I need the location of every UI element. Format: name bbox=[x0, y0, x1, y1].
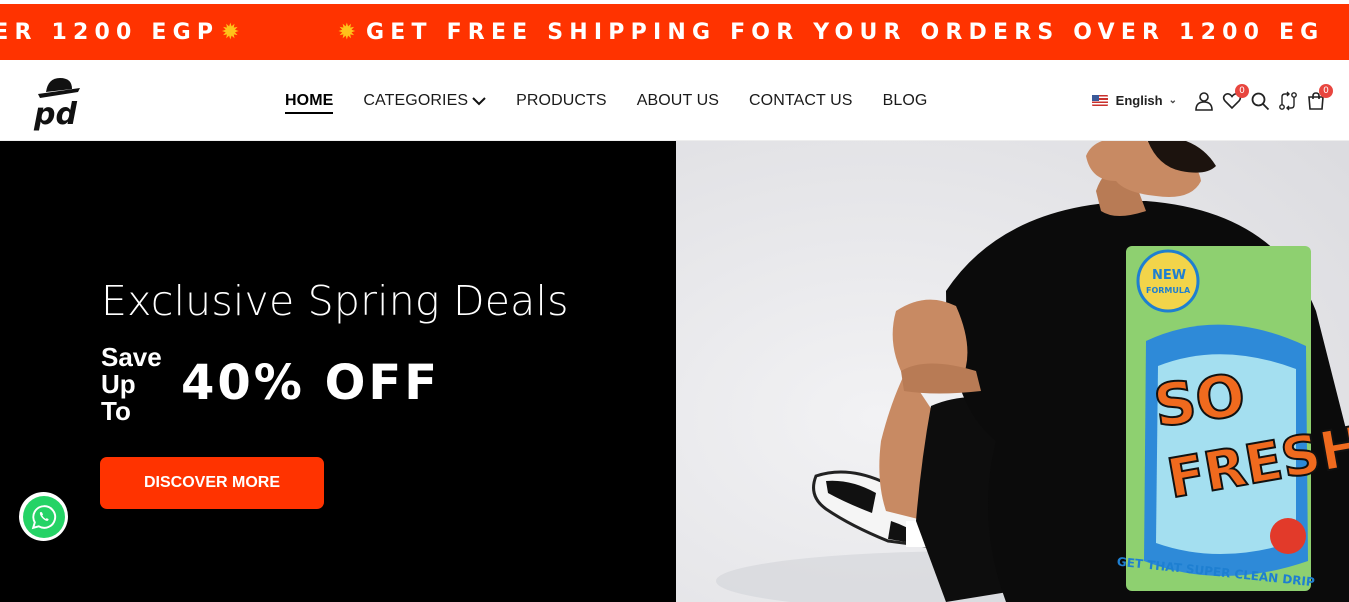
chevron-down-icon: ⌄ bbox=[1168, 95, 1177, 106]
hero-image[interactable]: NEW FORMULA SO FRESH GET THAT SUPER CLEA… bbox=[676, 141, 1349, 602]
hero-title: Exclusive Spring Deals bbox=[101, 277, 569, 325]
hero-banner: Exclusive Spring Deals Save Up To 40% OF… bbox=[0, 141, 1349, 602]
nav-label: BLOG bbox=[882, 91, 928, 109]
nav-label: ABOUT US bbox=[636, 91, 720, 109]
site-header: pd HOME CATEGORIES PRODUCTS ABOUT US CON… bbox=[0, 60, 1349, 141]
announcement-item: ✹ GET FREE SHIPPING FOR YOUR ORDERS OVER… bbox=[336, 20, 1325, 45]
announcement-text: GET FREE SHIPPING FOR YOUR ORDERS OVER 1… bbox=[366, 19, 1325, 45]
nav-label: HOME bbox=[285, 91, 334, 109]
save-line: Up bbox=[101, 369, 136, 399]
cart-button[interactable]: 0 bbox=[1305, 83, 1333, 112]
model-photo: NEW FORMULA SO FRESH GET THAT SUPER CLEA… bbox=[676, 141, 1349, 602]
nav-products[interactable]: PRODUCTS bbox=[516, 92, 607, 110]
announcement-text: VER 1200 EGP bbox=[0, 19, 220, 45]
nav-about-us[interactable]: ABOUT US bbox=[637, 92, 719, 110]
save-line: To bbox=[101, 396, 131, 426]
wishlist-button[interactable]: 0 bbox=[1221, 83, 1249, 112]
nav-label: CATEGORIES bbox=[363, 91, 469, 109]
shirt-text: SO bbox=[1150, 361, 1250, 441]
nav-contact-us[interactable]: CONTACT US bbox=[749, 92, 853, 110]
shirt-badge-text: NEW bbox=[1152, 268, 1186, 283]
whatsapp-glyph bbox=[31, 504, 56, 529]
announcement-item: VER 1200 EGP ✹ bbox=[0, 20, 250, 45]
discover-more-button[interactable]: DISCOVER MORE bbox=[100, 457, 324, 509]
discount-text: 40% OFF bbox=[181, 355, 440, 411]
cart-count-badge: 0 bbox=[1319, 83, 1333, 98]
save-up-to-label: Save Up To bbox=[101, 344, 162, 425]
logo-icon: pd bbox=[33, 78, 80, 132]
logo-text: pd bbox=[33, 97, 77, 132]
chevron-down-icon bbox=[472, 96, 486, 105]
whatsapp-button[interactable] bbox=[19, 492, 68, 541]
language-selector[interactable]: English ⌄ bbox=[1091, 93, 1177, 108]
announcement-track: VER 1200 EGP ✹ ✹ GET FREE SHIPPING FOR Y… bbox=[0, 4, 1344, 60]
nav-label: PRODUCTS bbox=[516, 91, 607, 109]
user-icon bbox=[1195, 91, 1213, 111]
compare-icon bbox=[1279, 91, 1297, 110]
language-label: English bbox=[1115, 93, 1163, 108]
sun-icon: ✹ bbox=[221, 19, 240, 45]
save-line: Save bbox=[101, 342, 162, 372]
whatsapp-icon bbox=[22, 495, 65, 538]
nav-label: CONTACT US bbox=[749, 91, 853, 109]
wishlist-count-badge: 0 bbox=[1235, 83, 1249, 98]
logo[interactable]: pd bbox=[28, 70, 86, 132]
main-nav: HOME CATEGORIES PRODUCTS ABOUT US CONTAC… bbox=[285, 60, 957, 141]
nav-home[interactable]: HOME bbox=[285, 91, 334, 114]
compare-button[interactable] bbox=[1277, 90, 1299, 112]
search-icon bbox=[1251, 92, 1270, 110]
header-tools: English ⌄ 0 0 bbox=[1091, 60, 1333, 141]
us-flag-icon bbox=[1091, 95, 1108, 106]
account-button[interactable] bbox=[1193, 90, 1215, 112]
shirt-badge-text: FORMULA bbox=[1146, 286, 1191, 295]
nav-blog[interactable]: BLOG bbox=[883, 92, 928, 110]
hero-text-panel: Exclusive Spring Deals Save Up To 40% OF… bbox=[0, 141, 676, 602]
sun-icon: ✹ bbox=[337, 19, 357, 45]
nav-categories[interactable]: CATEGORIES bbox=[363, 92, 486, 110]
announcement-bar: VER 1200 EGP ✹ ✹ GET FREE SHIPPING FOR Y… bbox=[0, 4, 1349, 60]
search-button[interactable] bbox=[1249, 90, 1271, 112]
